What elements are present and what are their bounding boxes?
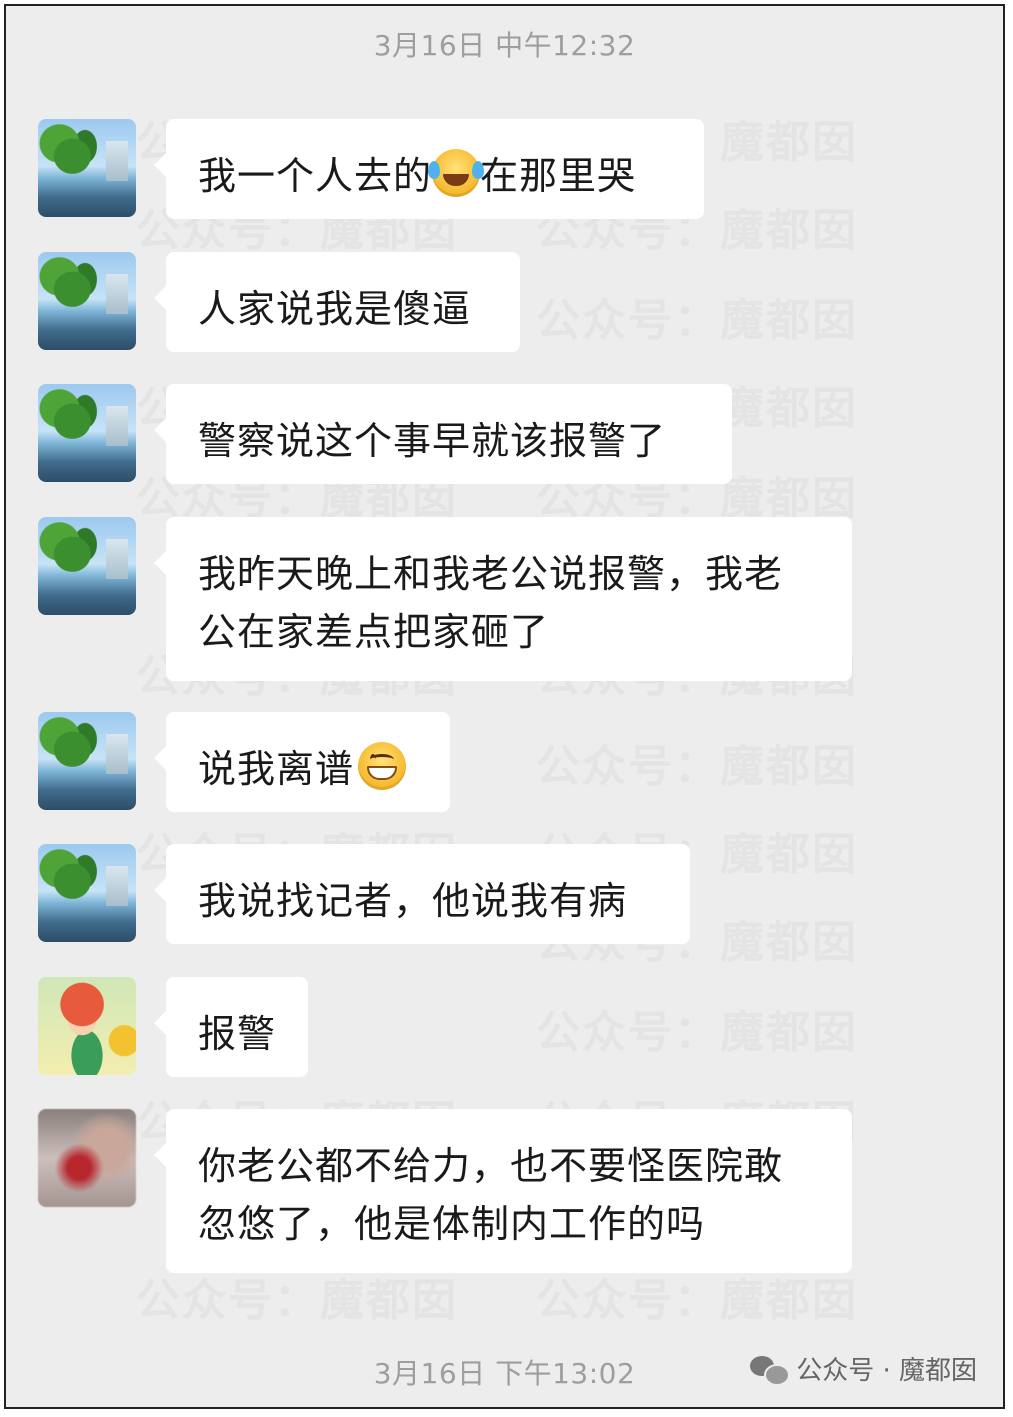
message-bubble[interactable]: 我说找记者，他说我有病 [154,844,690,944]
footer-brand: 公众号 · 魔都囡 [750,1350,977,1387]
laugh-cry-emoji-icon [428,149,481,197]
avatar[interactable] [38,844,136,942]
message-text: 说我离谱 [198,747,355,791]
watermark: 公众号：魔都囡 [536,1275,858,1326]
message-bubble[interactable]: 报警 [154,977,308,1077]
watermark: 公众号：魔都囡 [136,1275,458,1326]
message-text: 你老公都不给力，也不要怪医院敢 [198,1144,784,1188]
avatar[interactable] [38,1109,136,1207]
message-bubble[interactable]: 说我离谱 [154,712,450,812]
brand-text: 公众号 · 魔都囡 [796,1356,977,1386]
watermark: 公众号：魔都囡 [536,741,858,792]
avatar[interactable] [38,517,136,615]
watermark: 公众号：魔都囡 [536,1007,858,1058]
grin-emoji-icon [358,742,407,790]
message-bubble[interactable]: 人家说我是傻逼 [154,252,520,352]
message-text: 忽悠了，他是体制内工作的吗 [198,1202,706,1246]
message-bubble[interactable]: 你老公都不给力，也不要怪医院敢 忽悠了，他是体制内工作的吗 [154,1109,852,1273]
message-text: 警察说这个事早就该报警了 [198,419,667,463]
message-text: 在那里哭 [480,154,637,198]
avatar[interactable] [38,384,136,482]
message-text: 我说找记者，他说我有病 [198,879,628,923]
message-text: 人家说我是傻逼 [198,287,472,331]
avatar[interactable] [38,977,136,1075]
avatar[interactable] [38,119,136,217]
wechat-icon [750,1354,791,1386]
chat-screen: 公众号：魔都囡 公众号：魔都囡 公众号：魔都囡 公众号：魔都囡 公众号：魔都囡 … [4,4,1005,1409]
timestamp-top: 3月16日 中午12:32 [373,29,636,62]
message-text: 报警 [198,1012,277,1056]
message-text: 公在家差点把家砸了 [198,610,550,654]
message-bubble[interactable]: 警察说这个事早就该报警了 [154,384,732,484]
message-bubble[interactable]: 我一个人去的 在那里哭 [154,119,704,219]
message-text: 我一个人去的 [198,154,433,198]
message-text: 我昨天晚上和我老公说报警，我老 [198,552,784,596]
watermark: 公众号：魔都囡 [536,295,858,346]
avatar[interactable] [38,252,136,350]
avatar[interactable] [38,712,136,810]
message-bubble[interactable]: 我昨天晚上和我老公说报警，我老 公在家差点把家砸了 [154,517,852,681]
